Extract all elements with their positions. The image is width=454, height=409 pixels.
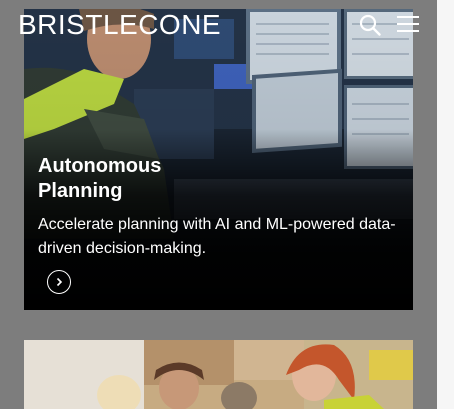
chevron-right-icon <box>56 277 63 287</box>
brand-logo[interactable]: BRISTLECONE <box>18 8 221 42</box>
card-warehouse-team[interactable] <box>24 340 413 409</box>
hamburger-menu-icon[interactable] <box>396 14 420 34</box>
card-learn-more-button[interactable] <box>47 270 71 294</box>
card-title: Autonomous Planning <box>38 155 162 202</box>
card-background-image <box>24 340 413 409</box>
card-description: Accelerate planning with AI and ML-power… <box>38 216 396 257</box>
page-edge-panel <box>437 0 454 409</box>
card-autonomous-planning[interactable]: Autonomous Planning Accelerate planning … <box>24 9 413 310</box>
search-icon[interactable] <box>359 14 381 36</box>
